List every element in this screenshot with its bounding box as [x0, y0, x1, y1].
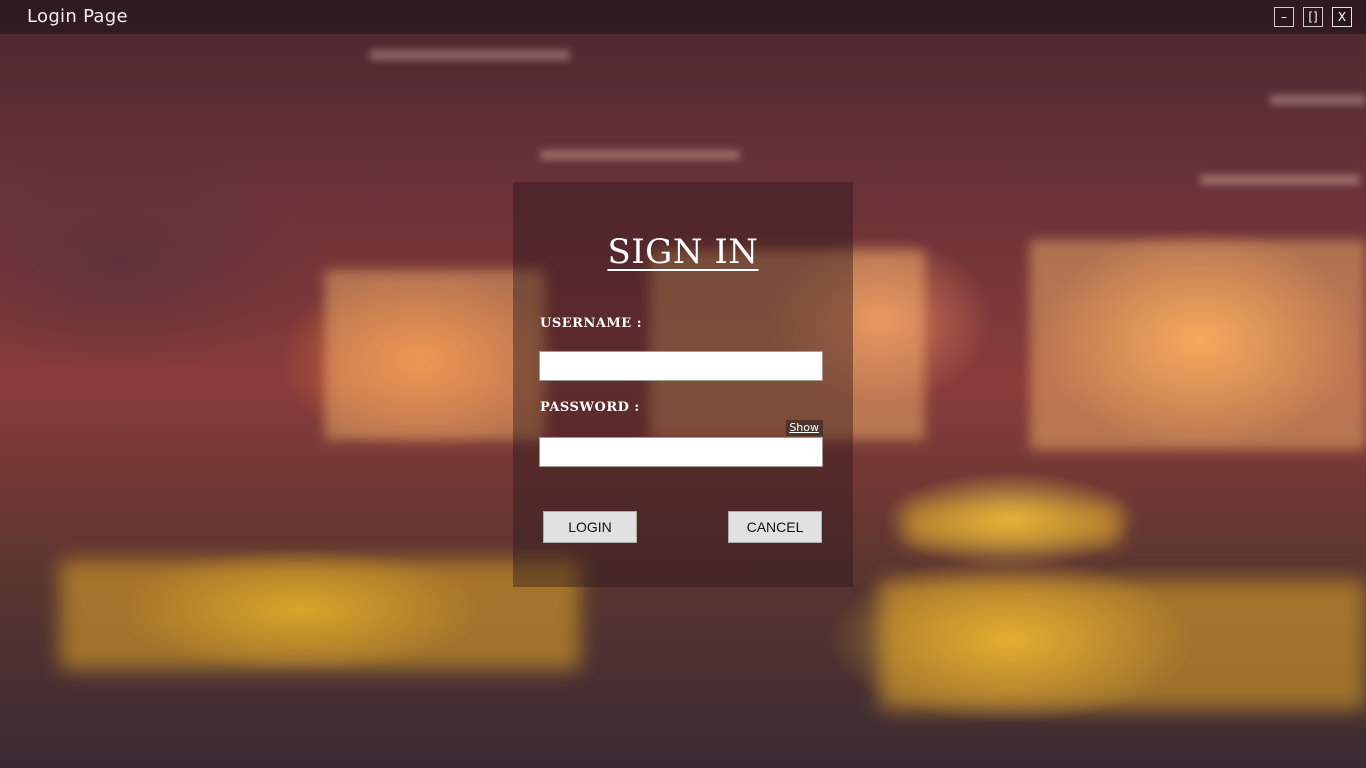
maximize-icon: []	[1308, 10, 1318, 24]
window-title: Login Page	[27, 6, 128, 27]
background-ceiling-light	[1270, 95, 1366, 105]
background-ceiling-light	[370, 50, 570, 60]
maximize-button[interactable]: []	[1303, 7, 1323, 27]
background-window-left	[325, 270, 545, 440]
minimize-button[interactable]: –	[1274, 7, 1294, 27]
close-button[interactable]: X	[1332, 7, 1352, 27]
username-label: USERNAME :	[540, 316, 643, 331]
minimize-icon: –	[1281, 10, 1287, 24]
title-bar: Login Page – [] X	[0, 0, 1366, 34]
background-ceiling-light	[1200, 175, 1360, 185]
password-input[interactable]	[539, 437, 823, 467]
password-label: PASSWORD :	[540, 400, 640, 415]
background-table-right	[880, 580, 1366, 710]
username-input[interactable]	[539, 351, 823, 381]
close-icon: X	[1337, 10, 1347, 24]
cancel-button[interactable]: CANCEL	[728, 511, 822, 543]
login-button[interactable]: LOGIN	[543, 511, 637, 543]
background-desk-right	[905, 505, 1120, 545]
show-password-toggle[interactable]: Show	[786, 420, 823, 436]
sign-in-heading: SIGN IN	[607, 232, 759, 272]
background-ceiling-light	[540, 150, 740, 160]
background-table-left	[60, 560, 580, 670]
